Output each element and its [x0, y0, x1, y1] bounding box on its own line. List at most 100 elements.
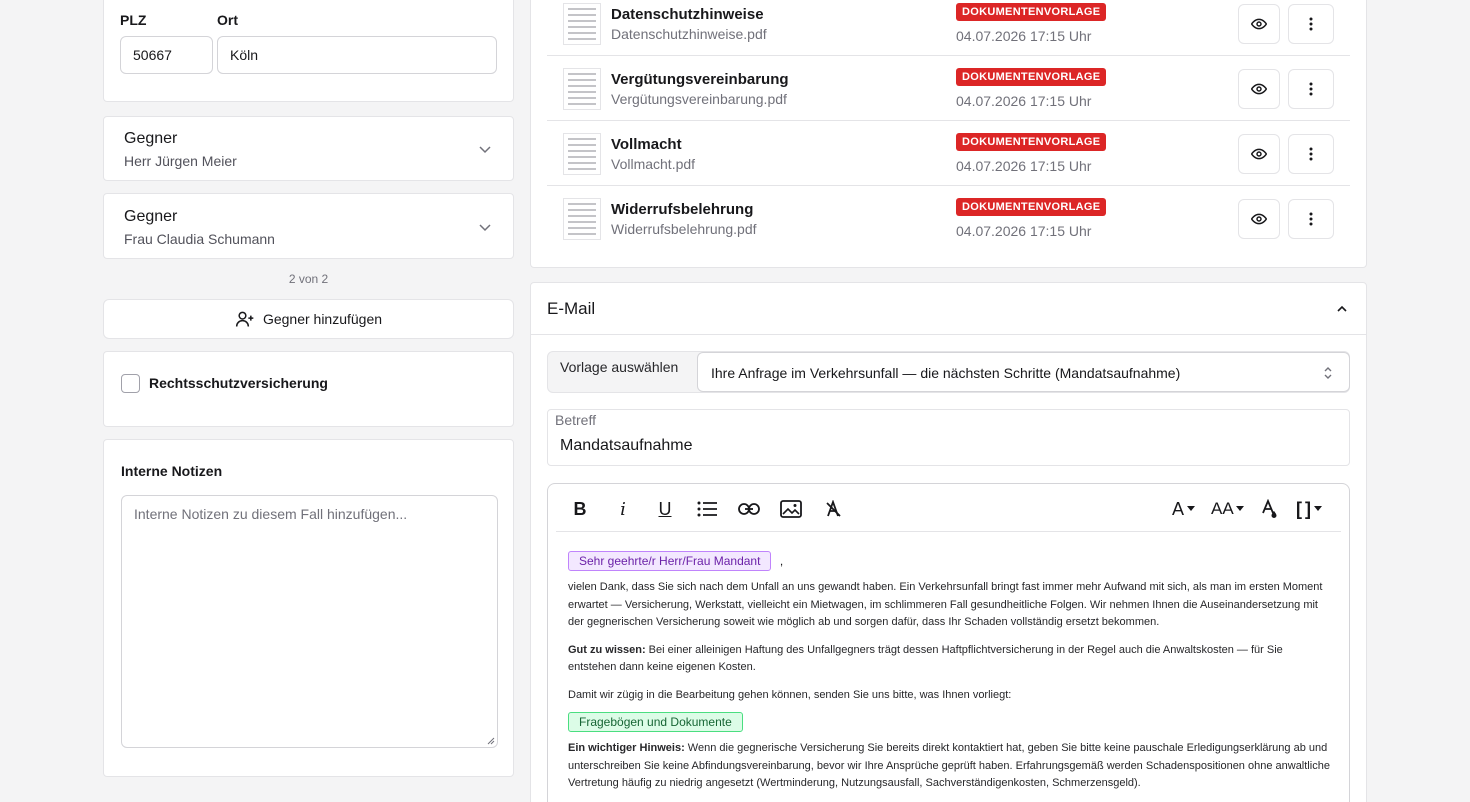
pdf-thumbnail [563, 68, 601, 110]
list-icon [697, 501, 717, 517]
document-row: Vollmacht Vollmacht.pdf DOKUMENTENVORLAG… [547, 121, 1350, 186]
document-badge: DOKUMENTENVORLAGE [956, 198, 1107, 216]
user-plus-icon [235, 311, 254, 327]
email-divider [531, 334, 1366, 335]
document-date: 04.07.2026 17:15 Uhr [956, 93, 1092, 109]
more-options-button[interactable] [1288, 69, 1334, 109]
document-row: Vergütungsvereinbarung Vergütungsvereinb… [547, 56, 1350, 121]
document-name: Widerrufsbelehrung [611, 201, 754, 218]
bold-button[interactable]: B [568, 497, 592, 521]
eye-icon [1251, 148, 1267, 160]
bold-prefix: Ein wichtiger Hinweis: [568, 742, 685, 754]
italic-label: i [620, 498, 626, 520]
underline-label: U [658, 498, 672, 519]
preview-button[interactable] [1238, 199, 1280, 239]
pdf-thumbnail [563, 3, 601, 45]
document-date: 04.07.2026 17:15 Uhr [956, 28, 1092, 44]
font-size-button[interactable]: AA [1211, 497, 1247, 521]
clear-format-icon [826, 500, 841, 517]
document-row: Widerrufsbelehrung Widerrufsbelehrung.pd… [547, 186, 1350, 251]
document-name: Datenschutzhinweise [611, 6, 764, 23]
plz-input[interactable]: 50667 [120, 36, 213, 74]
italic-button[interactable]: i [611, 497, 635, 521]
brackets-label: [ ] [1296, 498, 1311, 519]
more-options-button[interactable] [1288, 4, 1334, 44]
gegner-name: Frau Claudia Schumann [124, 231, 275, 247]
more-options-button[interactable] [1288, 199, 1334, 239]
bold-prefix: Gut zu wissen: [568, 643, 646, 656]
add-gegner-button[interactable]: Gegner hinzufügen [103, 299, 514, 339]
rechtsschutz-card: Rechtsschutzversicherung [103, 351, 514, 427]
chevron-down-icon[interactable] [477, 141, 493, 157]
template-value: Ihre Anfrage im Verkehrsunfall — die näc… [711, 365, 1181, 381]
notes-label: Interne Notizen [121, 463, 223, 479]
document-date: 04.07.2026 17:15 Uhr [956, 223, 1092, 239]
chevron-down-icon[interactable] [477, 219, 493, 235]
document-badge: DOKUMENTENVORLAGE [956, 68, 1107, 86]
ort-label: Ort [217, 12, 238, 28]
rechtsschutz-label: Rechtsschutzversicherung [149, 375, 328, 391]
email-body[interactable]: Sehr geehrte/r Herr/Frau Mandant , viele… [568, 551, 1330, 793]
document-filename: Vergütungsvereinbarung.pdf [611, 91, 787, 107]
documents-placeholder-tag[interactable]: Fragebögen und Dokumente [568, 712, 743, 732]
document-filename: Datenschutzhinweise.pdf [611, 26, 767, 42]
bullet-list-button[interactable] [695, 497, 719, 521]
preview-button[interactable] [1238, 134, 1280, 174]
more-vertical-icon [1309, 147, 1313, 161]
subject-field[interactable]: Betreff Mandatsaufnahme [547, 409, 1350, 466]
chevron-up-down-icon [1324, 367, 1332, 379]
text-color-button[interactable] [1258, 497, 1282, 521]
gegner-card-2[interactable]: Gegner Frau Claudia Schumann [103, 193, 514, 259]
document-badge: DOKUMENTENVORLAGE [956, 133, 1107, 151]
more-options-button[interactable] [1288, 134, 1334, 174]
greeting-suffix: , [779, 554, 784, 568]
toolbar-divider [556, 531, 1341, 532]
paragraph-text: Bei einer alleinigen Haftung des Unfallg… [568, 643, 1283, 674]
document-row: Datenschutzhinweise Datenschutzhinweise.… [547, 0, 1350, 56]
resize-handle-icon[interactable] [487, 737, 495, 745]
image-icon [780, 500, 802, 518]
preview-button[interactable] [1238, 4, 1280, 44]
document-badge: DOKUMENTENVORLAGE [956, 3, 1107, 21]
eye-icon [1251, 18, 1267, 30]
document-name: Vergütungsvereinbarung [611, 71, 789, 88]
gegner-card-1[interactable]: Gegner Herr Jürgen Meier [103, 116, 514, 181]
eye-icon [1251, 83, 1267, 95]
eye-icon [1251, 213, 1267, 225]
add-gegner-label: Gegner hinzufügen [262, 311, 383, 327]
template-select[interactable]: Ihre Anfrage im Verkehrsunfall — die näc… [697, 352, 1350, 392]
placeholder-button[interactable]: [ ] [1296, 497, 1332, 521]
ort-input[interactable]: Köln [217, 36, 497, 74]
template-selector: Vorlage auswählen Ihre Anfrage im Verkeh… [547, 351, 1350, 393]
gegner-title: Gegner [124, 208, 178, 225]
subject-label: Betreff [555, 412, 596, 428]
more-vertical-icon [1309, 82, 1313, 96]
caret-down-icon [1235, 506, 1244, 511]
chevron-up-icon[interactable] [1335, 302, 1349, 316]
documents-line: Fragebögen und Dokumente [568, 712, 1330, 732]
link-button[interactable] [737, 497, 761, 521]
text-color-icon [1262, 499, 1277, 518]
notes-textarea[interactable]: Interne Notizen zu diesem Fall hinzufüge… [121, 495, 498, 748]
font-size-label: AA [1211, 499, 1234, 518]
rechtsschutz-checkbox[interactable] [121, 374, 140, 393]
body-paragraph: vielen Dank, dass Sie sich nach dem Unfa… [568, 581, 1323, 628]
bold-label: B [573, 498, 587, 519]
document-filename: Vollmacht.pdf [611, 156, 696, 172]
pagination-text: 2 von 2 [288, 272, 329, 286]
plz-value: 50667 [133, 47, 172, 63]
body-paragraph: Ein wichtiger Hinweis: Wenn die gegneris… [568, 740, 1330, 793]
clear-format-button[interactable] [821, 497, 845, 521]
salutation-placeholder-tag[interactable]: Sehr geehrte/r Herr/Frau Mandant [568, 551, 772, 571]
pdf-thumbnail [563, 198, 601, 240]
greeting-line: Sehr geehrte/r Herr/Frau Mandant , [568, 551, 1330, 571]
font-color-button[interactable]: A [1172, 497, 1204, 521]
caret-down-icon [1187, 506, 1196, 511]
preview-button[interactable] [1238, 69, 1280, 109]
image-button[interactable] [779, 497, 803, 521]
plz-label: PLZ [120, 12, 147, 28]
underline-button[interactable]: U [653, 497, 677, 521]
more-vertical-icon [1309, 17, 1313, 31]
document-name: Vollmacht [611, 136, 682, 153]
notes-card: Interne Notizen Interne Notizen zu diese… [103, 439, 514, 777]
